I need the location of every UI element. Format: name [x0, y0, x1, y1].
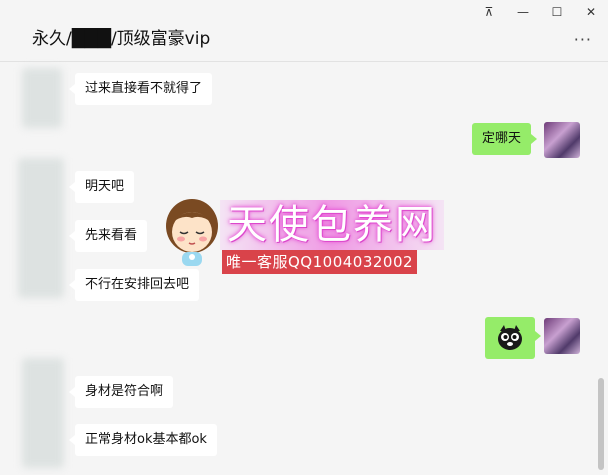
scrollbar[interactable] — [598, 378, 604, 470]
minimize-icon[interactable]: — — [506, 0, 540, 24]
more-options-icon[interactable]: ··· — [574, 30, 592, 49]
message-bubble[interactable]: 不行在安排回去吧 — [68, 269, 200, 301]
message-bubble[interactable]: 过来直接看不就得了 — [68, 73, 213, 105]
maximize-icon[interactable]: ☐ — [540, 0, 574, 24]
avatar[interactable] — [22, 358, 64, 468]
title-bar: 永久/███/顶级富豪vip ⊼ — ☐ ✕ ··· — [0, 0, 608, 62]
message-bubble[interactable]: 正常身材ok基本都ok — [69, 424, 217, 456]
message-bubble[interactable]: 明天吧 — [68, 171, 135, 203]
avatar[interactable] — [544, 318, 580, 354]
avatar[interactable] — [544, 122, 580, 158]
watermark-banner: 天使包养网 唯一客服QQ1004032002 — [220, 200, 444, 276]
message-bubble[interactable]: 先来看看 — [68, 220, 148, 252]
owl-sticker-icon — [498, 325, 522, 350]
watermark-title: 天使包养网 — [220, 200, 444, 250]
message-bubble-sent[interactable]: 定哪天 — [472, 123, 538, 155]
window-controls: ⊼ — ☐ ✕ — [472, 0, 608, 24]
sticker-bubble[interactable] — [485, 317, 541, 359]
avatar[interactable] — [18, 158, 64, 298]
watermark-subtitle: 唯一客服QQ1004032002 — [222, 250, 418, 274]
close-icon[interactable]: ✕ — [574, 0, 608, 24]
chat-title: 永久/███/顶级富豪vip — [32, 29, 211, 49]
message-bubble[interactable]: 身材是符合啊 — [68, 376, 174, 408]
chat-window: 永久/███/顶级富豪vip ⊼ — ☐ ✕ ··· 过来直接看不就得了 定哪天… — [0, 0, 608, 475]
avatar[interactable] — [22, 68, 62, 128]
cartoon-girl-icon — [166, 199, 218, 266]
pin-icon[interactable]: ⊼ — [472, 0, 506, 24]
